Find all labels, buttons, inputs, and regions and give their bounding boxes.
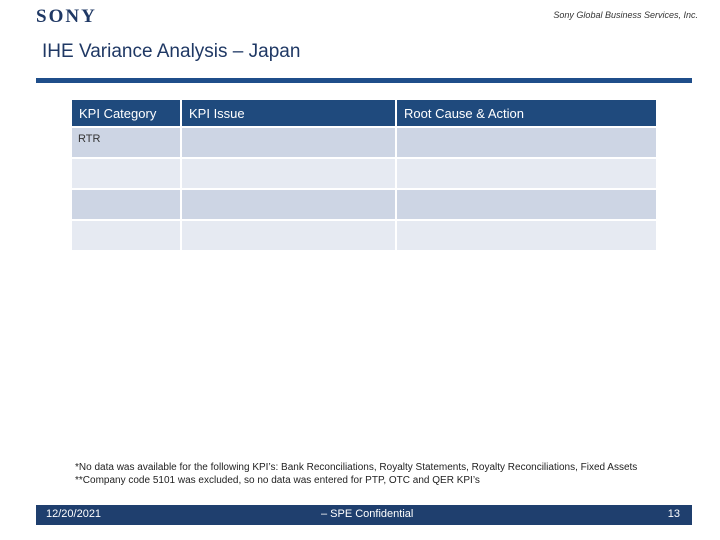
title-divider bbox=[36, 78, 692, 83]
table-cell bbox=[397, 190, 656, 219]
page-title: IHE Variance Analysis – Japan bbox=[42, 41, 301, 62]
table-cell bbox=[182, 159, 395, 188]
kpi-table: KPI Category KPI Issue Root Cause & Acti… bbox=[70, 98, 658, 252]
footnote-line-1: *No data was available for the following… bbox=[75, 462, 638, 473]
footer-date: 12/20/2021 bbox=[46, 508, 102, 520]
table-row bbox=[72, 221, 656, 250]
table-cell bbox=[72, 159, 180, 188]
column-header-kpi-category: KPI Category bbox=[72, 100, 180, 126]
page-number: 13 bbox=[667, 508, 680, 520]
column-header-root-cause-action: Root Cause & Action bbox=[397, 100, 656, 126]
table-cell: RTR bbox=[72, 128, 180, 157]
footnote-line-2: **Company code 5101 was excluded, so no … bbox=[75, 475, 480, 486]
sony-logo: SONY bbox=[36, 6, 97, 27]
table-cell bbox=[182, 190, 395, 219]
company-name: Sony Global Business Services, Inc. bbox=[553, 10, 698, 20]
table-cell bbox=[397, 221, 656, 250]
footer-confidential: – SPE Confidential bbox=[321, 508, 414, 520]
table-row: RTR bbox=[72, 128, 656, 157]
column-header-kpi-issue: KPI Issue bbox=[182, 100, 395, 126]
table-cell bbox=[182, 128, 395, 157]
table-row bbox=[72, 190, 656, 219]
table-header-row: KPI Category KPI Issue Root Cause & Acti… bbox=[72, 100, 656, 126]
table-cell bbox=[72, 190, 180, 219]
footer-bar: 12/20/2021 – SPE Confidential 13 bbox=[36, 505, 692, 525]
table-cell bbox=[397, 128, 656, 157]
table-cell bbox=[72, 221, 180, 250]
table-row bbox=[72, 159, 656, 188]
footnotes: *No data was available for the following… bbox=[75, 461, 675, 487]
table-cell bbox=[182, 221, 395, 250]
table-cell bbox=[397, 159, 656, 188]
